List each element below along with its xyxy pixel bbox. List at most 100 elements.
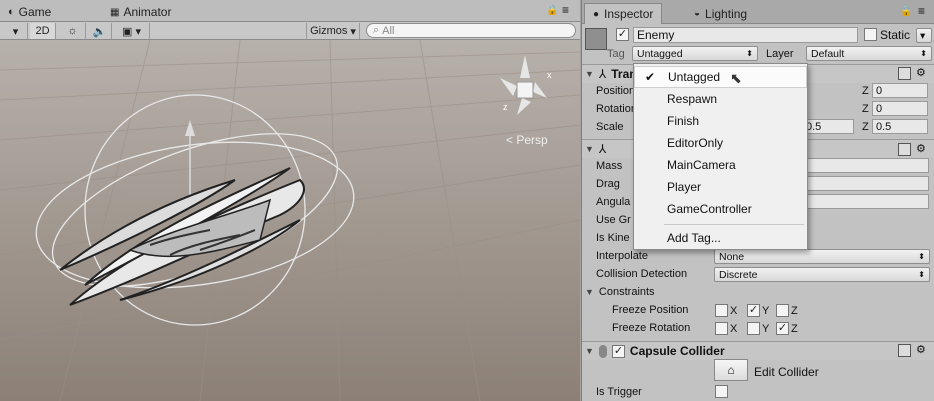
tag-option-gamecontroller[interactable]: GameController: [634, 198, 807, 220]
tab-lighting-label: Lighting: [705, 6, 748, 21]
help-icon[interactable]: [898, 143, 911, 156]
game-icon: ◐: [8, 6, 15, 18]
animator-icon: ▦: [110, 6, 120, 18]
tab-animator[interactable]: ▦ Animator: [104, 2, 177, 22]
constraints-label: Constraints: [598, 286, 655, 298]
effects-dropdown[interactable]: ▣ ▾: [114, 23, 150, 39]
tab-inspector[interactable]: ● Inspector: [584, 3, 663, 24]
tag-option-label: Untagged: [668, 70, 721, 84]
tab-inspector-label: Inspector: [604, 7, 654, 21]
freeze-rotation-z-checkbox[interactable]: ✓: [776, 322, 789, 335]
tag-option-editoronly[interactable]: EditorOnly: [634, 132, 807, 154]
freeze-position-z-checkbox[interactable]: [776, 304, 789, 317]
tag-option-label: Respawn: [667, 92, 718, 106]
position-z-field[interactable]: 0: [872, 83, 928, 98]
scale-z-field[interactable]: 0.5: [872, 119, 928, 134]
freeze-rotation-x-checkbox[interactable]: [715, 322, 728, 335]
sun-icon: ☼: [67, 25, 78, 37]
tab-game[interactable]: ◐ Game: [2, 2, 57, 22]
svg-text:z: z: [503, 102, 508, 112]
freeze-rotation-x-label: X: [730, 323, 738, 335]
help-icon[interactable]: [898, 344, 911, 357]
interpolate-dropdown[interactable]: None ⬍: [714, 249, 930, 264]
position-label: Position: [596, 85, 636, 97]
layer-dropdown[interactable]: Default ⬍: [806, 46, 932, 61]
chevron-down-icon: ▾: [920, 29, 926, 42]
panel-menu-icon[interactable]: ≡: [918, 4, 925, 18]
gameobject-icon: [585, 28, 607, 50]
gear-icon[interactable]: ⚙: [916, 142, 926, 155]
foldout-arrow-icon: ▼: [585, 346, 594, 356]
mouse-cursor-icon: ⬉: [730, 70, 742, 86]
freeze-position-z-label: Z: [791, 305, 798, 317]
gizmos-label: Gizmos: [310, 25, 348, 37]
shading-mode-dropdown[interactable]: ▾: [4, 23, 28, 39]
capsule-enabled-checkbox[interactable]: ✓: [611, 344, 625, 358]
foldout-arrow-icon: ▼: [585, 287, 594, 297]
gear-icon[interactable]: ⚙: [916, 343, 926, 356]
capsule-collider-header[interactable]: ▼ ✓ Capsule Collider: [582, 341, 934, 360]
scene-canvas[interactable]: x z: [0, 40, 580, 401]
tag-option-player[interactable]: Player: [634, 176, 807, 198]
static-dropdown[interactable]: ▾: [916, 28, 932, 43]
checkmark-icon: ✔: [645, 70, 656, 84]
scene-tabbar: ◐ Game ▦ Animator 🔒 ≡: [0, 0, 580, 22]
collision-detection-value: Discrete: [719, 268, 758, 281]
mass-label: Mass: [596, 160, 623, 172]
audio-toggle[interactable]: 🔈: [88, 23, 112, 39]
tag-option-finish[interactable]: Finish: [634, 110, 807, 132]
is-kinematic-label: Is Kine: [596, 232, 630, 244]
tag-option-maincamera[interactable]: MainCamera: [634, 154, 807, 176]
freeze-position-y-checkbox[interactable]: ✓: [747, 304, 760, 317]
is-trigger-checkbox[interactable]: [715, 385, 728, 398]
mode-2d-button[interactable]: 2D: [30, 23, 56, 39]
edit-collider-icon: ⌂: [727, 363, 735, 377]
tag-dropdown-menu: ✔ Untagged ⬉ Respawn Finish EditorOnly M…: [633, 63, 808, 250]
collision-detection-dropdown[interactable]: Discrete ⬍: [714, 267, 930, 282]
static-checkbox[interactable]: [864, 28, 877, 41]
tab-lighting[interactable]: ◒ Lighting: [686, 3, 755, 24]
rigidbody-icon: ⅄: [598, 142, 607, 156]
rotation-z-label: Z: [862, 103, 869, 115]
capsule-collider-title: Capsule Collider: [629, 344, 725, 358]
search-icon: ⌕: [373, 24, 380, 36]
tag-label: Tag: [607, 48, 625, 60]
lighting-toggle[interactable]: ☼: [60, 23, 86, 39]
tag-option-untagged[interactable]: ✔ Untagged ⬉: [634, 66, 807, 88]
perspective-label[interactable]: < Persp: [506, 133, 548, 147]
constraints-foldout[interactable]: ▼ Constraints: [585, 286, 655, 298]
gear-icon[interactable]: ⚙: [916, 66, 926, 79]
scale-y-field[interactable]: 0.5: [802, 119, 854, 134]
layer-label: Layer: [766, 48, 794, 60]
object-name-field[interactable]: Enemy: [633, 27, 858, 43]
scene-search-input[interactable]: ⌕ All: [366, 23, 576, 38]
rotation-z-field[interactable]: 0: [872, 101, 928, 116]
up-down-arrow-icon: ⬍: [920, 49, 927, 58]
info-icon: ●: [593, 8, 600, 20]
freeze-position-x-checkbox[interactable]: [715, 304, 728, 317]
tag-option-respawn[interactable]: Respawn: [634, 88, 807, 110]
freeze-rotation-label: Freeze Rotation: [612, 322, 691, 334]
freeze-rotation-y-checkbox[interactable]: [747, 322, 760, 335]
scene-view[interactable]: x z ◐ Game ▦ Animator 🔒 ≡ ▾ 2D ☼ 🔈 ▣ ▾ G…: [0, 0, 580, 401]
lock-icon[interactable]: 🔒: [900, 6, 912, 17]
edit-collider-button[interactable]: ⌂: [714, 359, 748, 381]
active-checkbox[interactable]: ✓: [616, 28, 629, 41]
freeze-position-y-label: Y: [762, 305, 770, 317]
panel-menu-icon[interactable]: ≡: [562, 3, 569, 17]
chevron-down-icon: ▾: [350, 25, 356, 38]
up-down-arrow-icon: ⬍: [918, 270, 925, 279]
foldout-arrow-icon: ▼: [585, 69, 594, 79]
gizmos-dropdown[interactable]: Gizmos ▾: [306, 23, 360, 39]
help-icon[interactable]: [898, 67, 911, 80]
tag-dropdown-button[interactable]: Untagged ⬍: [632, 46, 758, 61]
lighting-icon: ◒: [694, 8, 701, 19]
image-icon: ▣: [122, 25, 133, 38]
static-label: Static: [880, 28, 911, 42]
is-trigger-label: Is Trigger: [596, 386, 642, 398]
add-tag-option[interactable]: Add Tag...: [634, 227, 807, 249]
capsule-icon: [598, 344, 607, 358]
tag-option-label: Player: [667, 180, 702, 194]
persp-text: Persp: [516, 133, 548, 147]
lock-icon[interactable]: 🔒: [546, 5, 558, 16]
